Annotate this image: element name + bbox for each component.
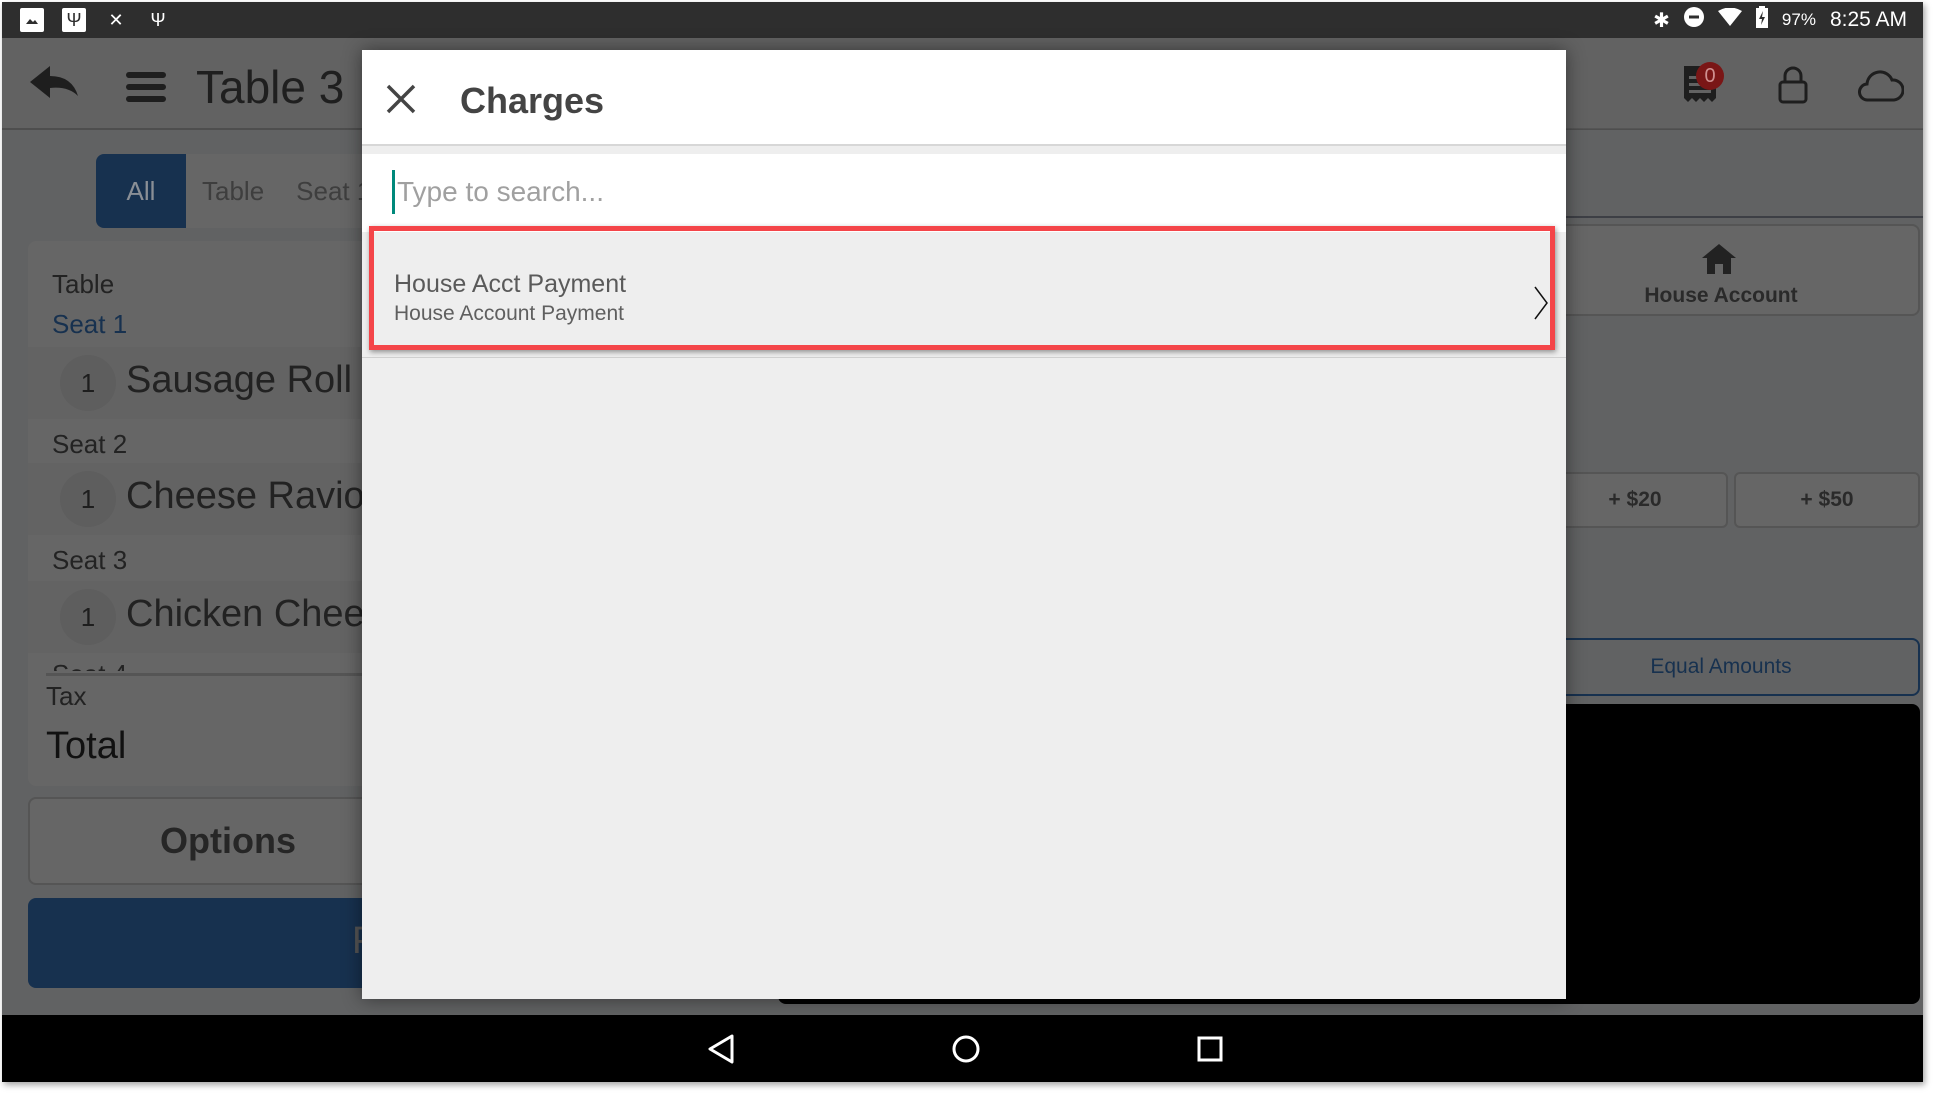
equal-amounts-button[interactable]: Equal Amounts: [1522, 638, 1920, 696]
item-name: Sausage Roll: [126, 359, 353, 401]
close-button[interactable]: [384, 82, 418, 116]
add-20-button[interactable]: + $20: [1542, 472, 1728, 528]
group-seat-1-label: Seat 1: [52, 309, 128, 339]
do-not-disturb-icon: [1683, 7, 1704, 33]
battery-percentage: 97%: [1781, 10, 1816, 29]
menu-button[interactable]: [126, 72, 166, 102]
page-title: Table 3: [196, 61, 345, 113]
home-icon: [1702, 244, 1736, 274]
add-50-button[interactable]: + $50: [1734, 472, 1920, 528]
nav-recents-button[interactable]: [1194, 1033, 1226, 1065]
group-seat-4-label: Seat 4: [52, 659, 127, 671]
lock-button[interactable]: [1778, 66, 1808, 109]
charge-name: House Acct Payment: [394, 270, 627, 298]
usb-debug-icon: Ψ: [150, 9, 166, 30]
android-nav-bar: [2, 1015, 1923, 1082]
tax-label: Tax: [46, 681, 87, 711]
total-label: Total: [46, 725, 127, 767]
bluetooth-icon: ✱: [1653, 9, 1670, 32]
search-input[interactable]: [392, 170, 1497, 214]
status-bar: Ψ ✕ Ψ ✱ 97% 8:25 AM: [2, 2, 1923, 38]
lock-icon: [1778, 66, 1808, 104]
image-notification-icon: [20, 8, 44, 32]
charges-dialog: Charges House Acct Payment House Account…: [362, 50, 1566, 999]
nav-home-button[interactable]: [950, 1033, 982, 1065]
search-bar: [362, 154, 1566, 232]
back-button[interactable]: [28, 64, 80, 104]
right-panel-divider: [1562, 216, 1923, 218]
nav-back-icon: [708, 1034, 734, 1064]
no-signal-icon: ✕: [108, 9, 124, 30]
nav-recents-icon: [1197, 1036, 1223, 1062]
nav-home-icon: [952, 1035, 980, 1063]
group-seat-2-label: Seat 2: [52, 429, 128, 459]
wifi-icon: [1717, 7, 1742, 32]
usb-icon: Ψ: [62, 8, 86, 32]
group-seat-3-label: Seat 3: [52, 545, 128, 575]
item-quantity: 1: [60, 355, 116, 411]
right-panel-divider: [1562, 128, 1923, 129]
receipt-count-badge: 0: [1696, 62, 1724, 90]
house-account-label: House Account: [1644, 284, 1798, 307]
chevron-right-icon: [1534, 286, 1548, 320]
close-icon: [386, 84, 416, 114]
cloud-sync-button[interactable]: [1858, 70, 1905, 107]
cloud-icon: [1858, 70, 1905, 102]
hamburger-icon: [126, 72, 166, 78]
item-name: Cheese Ravioli: [126, 475, 382, 517]
tab-all[interactable]: All: [96, 154, 186, 228]
clock: 8:25 AM: [1829, 8, 1907, 31]
dialog-header: Charges: [362, 50, 1566, 146]
dialog-title: Charges: [460, 80, 605, 121]
tab-table[interactable]: Table: [186, 154, 280, 228]
back-arrow-icon: [30, 66, 78, 98]
item-quantity: 1: [60, 471, 116, 527]
charge-list-item[interactable]: House Acct Payment House Account Payment: [362, 232, 1566, 358]
nav-back-button[interactable]: [706, 1033, 738, 1065]
house-account-button[interactable]: House Account: [1522, 224, 1920, 316]
group-table-label: Table: [52, 269, 115, 299]
item-quantity: 1: [60, 589, 116, 645]
charge-description: House Account Payment: [394, 302, 624, 325]
seat-tabs: All Table Seat 1: [96, 154, 388, 228]
battery-charging-icon: [1755, 6, 1768, 34]
